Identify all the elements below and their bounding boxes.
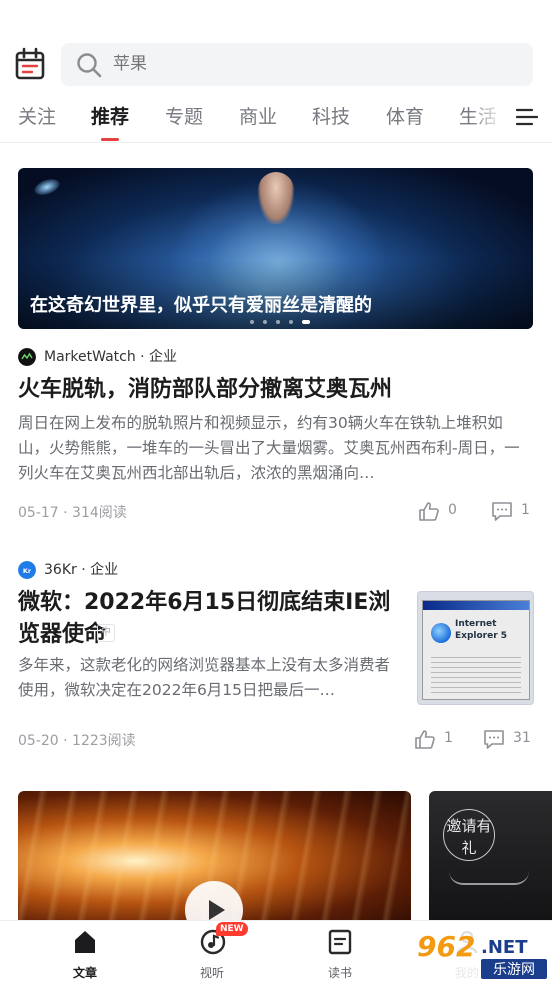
tab-follow[interactable]: 关注 xyxy=(18,102,56,132)
tab-topics[interactable]: 专题 xyxy=(165,102,203,132)
new-badge: NEW xyxy=(216,922,248,936)
category-tabs: 关注 推荐 专题 商业 科技 体育 生活 xyxy=(0,96,510,138)
thumbnail-titlebar xyxy=(423,601,529,610)
banner-caption: 在这奇幻世界里，似乎只有爱丽丝是清醒的 xyxy=(30,295,372,316)
svg-text:962: 962 xyxy=(417,930,475,963)
thumbnail-text: Explorer 5 xyxy=(455,631,508,641)
book-icon xyxy=(449,871,529,885)
svg-text:.NET: .NET xyxy=(481,937,528,958)
svg-text:乐游网: 乐游网 xyxy=(493,962,535,978)
tab-business[interactable]: 商业 xyxy=(239,102,277,132)
comment-icon xyxy=(492,502,512,521)
article-divider xyxy=(0,535,552,547)
banner-image-figure xyxy=(258,172,294,224)
article-source-label: 36Kr · 企业 xyxy=(44,562,119,578)
thumbnail-text: Internet xyxy=(455,619,497,629)
article-thumbnail[interactable]: Internet Explorer 5 xyxy=(417,591,534,705)
comment-icon xyxy=(484,730,504,749)
nav-item-reading[interactable]: 读书 xyxy=(300,921,380,981)
language-badge: 中 xyxy=(97,624,115,642)
internet-explorer-icon xyxy=(431,623,451,643)
featured-banner[interactable]: 在这奇幻世界里，似乎只有爱丽丝是清醒的 xyxy=(18,168,533,329)
nav-label: 文章 xyxy=(72,966,97,980)
pagination-dot-active[interactable] xyxy=(302,320,310,324)
book-icon xyxy=(328,929,352,955)
article-source[interactable]: Kr 36Kr · 企业 xyxy=(18,561,318,581)
tab-sports[interactable]: 体育 xyxy=(386,102,424,132)
like-count: 0 xyxy=(448,502,457,518)
invite-card[interactable]: 邀请有礼 xyxy=(429,791,552,931)
tabs-fade xyxy=(470,96,510,138)
comment-count: 31 xyxy=(513,730,531,746)
36kr-logo-icon: Kr xyxy=(18,561,36,579)
comment-count: 1 xyxy=(521,502,530,518)
active-tab-indicator xyxy=(101,138,119,141)
pagination-dot[interactable] xyxy=(250,320,254,324)
top-header: 关注 推荐 专题 商业 科技 体育 生活 xyxy=(0,0,552,143)
search-box[interactable] xyxy=(61,43,533,86)
pagination-dot[interactable] xyxy=(289,320,293,324)
header-divider xyxy=(0,142,552,143)
article-source[interactable]: MarketWatch · 企业 xyxy=(18,348,318,368)
marketwatch-logo-icon xyxy=(18,348,36,366)
pagination-dot[interactable] xyxy=(276,320,280,324)
article-summary[interactable]: 周日在网上发布的脱轨照片和视频显示，约有30辆火车在铁轨上堆积如山，火势熊熊，一… xyxy=(18,411,530,486)
article-source-label: MarketWatch · 企业 xyxy=(44,349,178,365)
menu-icon[interactable] xyxy=(516,108,538,126)
nav-item-media[interactable]: NEW 视听 xyxy=(172,921,252,981)
nav-label: 视听 xyxy=(199,966,224,980)
pagination-dot[interactable] xyxy=(263,320,267,324)
search-icon xyxy=(77,53,102,78)
thumbs-up-icon xyxy=(419,502,439,521)
search-input[interactable] xyxy=(113,43,513,86)
calendar-icon[interactable] xyxy=(14,47,46,81)
nav-item-articles[interactable]: 文章 xyxy=(45,921,125,981)
thumbnail-window: Internet Explorer 5 xyxy=(422,600,530,700)
thumbnail-lines xyxy=(431,653,521,693)
article-icon xyxy=(75,931,95,953)
like-button[interactable]: 0 xyxy=(418,500,468,522)
watermark-logo: 962 .NET 乐游网 xyxy=(411,926,552,981)
banner-image-butterfly xyxy=(32,175,62,199)
article-title[interactable]: 微软：2022年6月15日彻底结束IE浏览器使命 xyxy=(18,587,403,651)
site-watermark: 962 .NET 乐游网 xyxy=(411,926,552,981)
thumbs-up-icon xyxy=(415,730,435,749)
article-summary[interactable]: 多年来，这款老化的网络浏览器基本上没有太多消费者使用，微软决定在2022年6月1… xyxy=(18,653,403,703)
video-card[interactable] xyxy=(18,791,411,931)
tab-recommended[interactable]: 推荐 xyxy=(91,102,129,132)
article-meta: 05-17 · 314阅读 xyxy=(18,505,127,521)
nav-label: 读书 xyxy=(327,966,352,980)
like-count: 1 xyxy=(444,730,453,746)
invite-text: 邀请有礼 xyxy=(446,817,492,857)
tab-tech[interactable]: 科技 xyxy=(312,102,350,132)
article-divider xyxy=(0,765,552,777)
comment-button[interactable]: 31 xyxy=(483,728,538,750)
article-meta: 05-20 · 1223阅读 xyxy=(18,733,136,749)
comment-button[interactable]: 1 xyxy=(491,500,536,522)
article-title[interactable]: 火车脱轨，消防部队部分撤离艾奥瓦州 xyxy=(18,374,533,406)
svg-text:Kr: Kr xyxy=(23,567,32,575)
like-button[interactable]: 1 xyxy=(414,728,464,750)
